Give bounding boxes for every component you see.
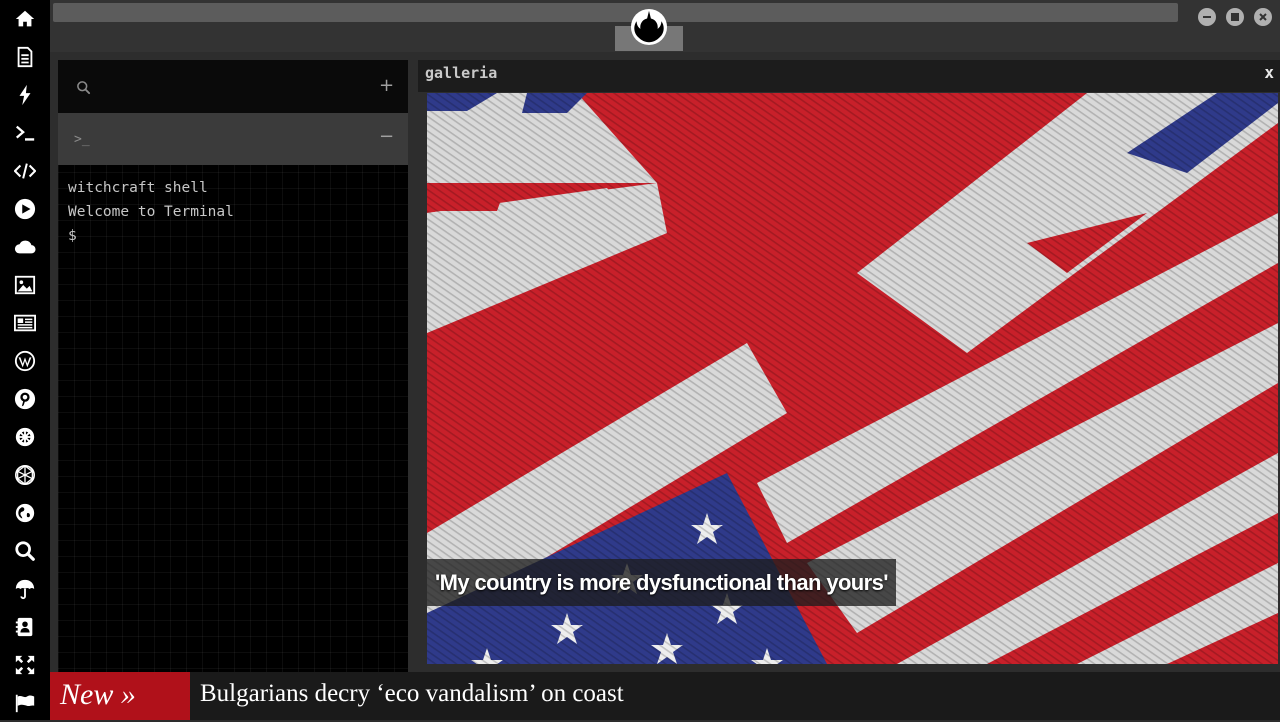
terminal-output[interactable]: witchcraft shell Welcome to Terminal $ xyxy=(68,176,234,248)
wordpress-icon xyxy=(14,350,36,372)
terminal-tab[interactable]: >_ − xyxy=(58,113,408,165)
close-button[interactable] xyxy=(1254,8,1272,26)
dock-item-umbrella[interactable] xyxy=(0,570,50,608)
image-icon xyxy=(14,274,36,296)
dock-item-play[interactable] xyxy=(0,190,50,228)
top-bar xyxy=(50,0,1280,52)
pinterest-icon xyxy=(14,388,36,410)
lightning-icon xyxy=(14,84,36,106)
remove-tab-button[interactable]: − xyxy=(379,128,394,146)
terminal-search-bar[interactable]: + xyxy=(58,60,408,113)
home-icon xyxy=(14,8,36,30)
dock-item-document[interactable] xyxy=(0,38,50,76)
globe-icon xyxy=(14,502,36,524)
maximize-button[interactable] xyxy=(1226,8,1244,26)
app-dock xyxy=(0,0,50,720)
terminal-panel: + >_ − witchcraft shell Welcome to Termi… xyxy=(58,60,408,672)
terminal-prompt: $ xyxy=(68,228,77,244)
galleria-header[interactable]: galleria x xyxy=(418,60,1280,92)
dock-item-pinterest[interactable] xyxy=(0,380,50,418)
minimize-button[interactable] xyxy=(1198,8,1216,26)
dock-item-network-sphere[interactable] xyxy=(0,456,50,494)
dock-item-contacts[interactable] xyxy=(0,608,50,646)
dock-item-wordpress[interactable] xyxy=(0,342,50,380)
terminal-icon xyxy=(14,122,36,144)
add-tab-button[interactable]: + xyxy=(379,77,394,95)
ticker-headline[interactable]: Bulgarians decry ‘eco vandalism’ on coas… xyxy=(200,672,624,716)
galleria-close-button[interactable]: x xyxy=(1264,63,1274,82)
terminal-line: witchcraft shell xyxy=(68,180,208,196)
dock-item-code[interactable] xyxy=(0,152,50,190)
cloud-icon xyxy=(14,236,36,258)
search-icon[interactable] xyxy=(76,80,91,99)
dock-item-flag[interactable] xyxy=(0,684,50,722)
search-icon xyxy=(14,540,36,562)
dock-item-helm[interactable] xyxy=(0,418,50,456)
dock-item-globe[interactable] xyxy=(0,494,50,532)
maximize-icon xyxy=(1230,12,1240,22)
dock-item-terminal[interactable] xyxy=(0,114,50,152)
news-ticker: New » Bulgarians decry ‘eco vandalism’ o… xyxy=(50,672,1280,720)
document-icon xyxy=(14,46,36,68)
rebel-alliance-icon[interactable] xyxy=(630,8,668,46)
dock-item-home[interactable] xyxy=(0,0,50,38)
galleria-window: galleria x 'My country is more dysfuncti… xyxy=(418,60,1280,670)
contacts-icon xyxy=(14,616,36,638)
dock-item-newspaper[interactable] xyxy=(0,304,50,342)
gallery-caption: 'My country is more dysfunctional than y… xyxy=(427,559,896,606)
address-bar[interactable] xyxy=(53,3,1178,22)
helm-icon xyxy=(14,426,36,448)
galleria-title: galleria xyxy=(425,64,498,82)
umbrella-icon xyxy=(14,578,36,600)
ticker-new-label[interactable]: New » xyxy=(50,672,190,720)
dock-item-cloud[interactable] xyxy=(0,228,50,266)
minimize-icon xyxy=(1202,12,1212,22)
terminal-line: Welcome to Terminal xyxy=(68,204,234,220)
code-icon xyxy=(14,160,36,182)
terminal-tab-prompt: >_ xyxy=(74,132,90,147)
dock-item-lightning[interactable] xyxy=(0,76,50,114)
expand-icon xyxy=(14,654,36,676)
dock-item-image[interactable] xyxy=(0,266,50,304)
dock-item-expand[interactable] xyxy=(0,646,50,684)
dock-item-search[interactable] xyxy=(0,532,50,570)
close-icon xyxy=(1258,12,1268,22)
newspaper-icon xyxy=(14,312,36,334)
play-icon xyxy=(14,198,36,220)
flag-icon xyxy=(14,692,36,714)
network-sphere-icon xyxy=(14,464,36,486)
